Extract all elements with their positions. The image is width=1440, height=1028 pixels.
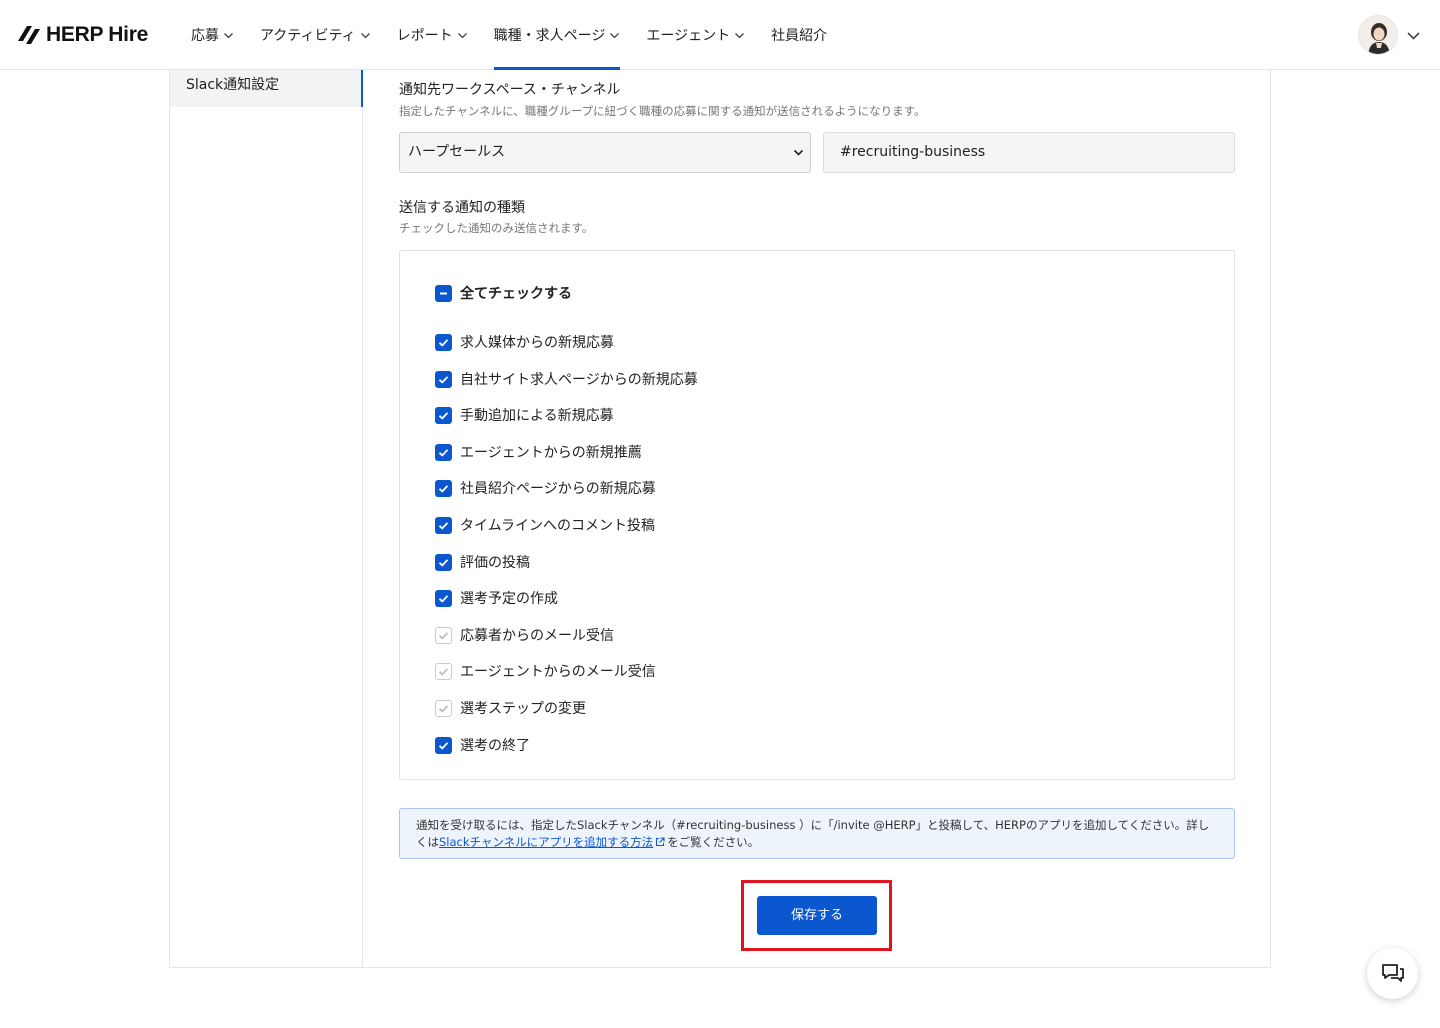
nav-item-label: アクティビティ (260, 28, 356, 44)
notify-option-row[interactable]: 求人媒体からの新規応募 (435, 332, 614, 352)
nav-item-label: エージェント (646, 28, 731, 44)
top-header: HERP Hire 応募 アクティビティ レポート 職種・求人ページ エージェント 社員紹… (0, 0, 1440, 70)
check-icon (438, 631, 449, 640)
settings-sidebar: Slack通知設定 (170, 70, 363, 967)
check-icon (438, 558, 449, 567)
check-icon (438, 484, 449, 493)
notify-option-row[interactable]: 応募者からのメール受信 (435, 625, 614, 645)
herp-logo[interactable]: HERP Hire (16, 22, 148, 48)
workspace-select[interactable]: ハープセールス (399, 132, 811, 173)
slack-invite-notice: 通知を受け取るには、指定したSlackチャンネル（#recruiting-bus… (399, 808, 1235, 859)
notify-option-label: 選考ステップの変更 (460, 701, 586, 717)
notify-section-title: 送信する通知の種類 (399, 200, 525, 216)
check-icon (438, 411, 449, 420)
notify-option-row[interactable]: 選考ステップの変更 (435, 698, 586, 718)
notify-option-checkbox[interactable] (435, 516, 452, 534)
notify-option-checkbox[interactable] (435, 443, 452, 461)
notify-option-label: 手動追加による新規応募 (460, 408, 614, 424)
chevron-down-icon (610, 32, 620, 38)
chevron-down-icon (224, 32, 233, 38)
check-icon (438, 667, 449, 676)
nav-item-label: レポート (396, 28, 453, 44)
workspace-section-description: 指定したチャンネルに、職種グループに紐づく職種の応募に関する通知が送信されるよう… (399, 104, 926, 118)
notify-option-label: 選考の終了 (460, 738, 530, 754)
notify-option-checkbox[interactable] (435, 479, 452, 497)
notify-option-label: エージェントからのメール受信 (460, 664, 656, 680)
check-icon (438, 704, 449, 713)
nav-item-5[interactable]: 社員紹介 (758, 0, 840, 70)
external-link-icon (656, 837, 665, 847)
logo-text: HERP Hire (46, 23, 148, 46)
workspace-select-value: ハープセールス (408, 144, 506, 160)
notify-option-label: 選考予定の作成 (460, 591, 558, 607)
notify-option-checkbox[interactable] (435, 406, 452, 424)
nav-item-4[interactable]: エージェント (633, 0, 758, 70)
chevron-down-icon[interactable] (1406, 28, 1421, 43)
avatar-image (1359, 16, 1397, 54)
notify-option-label: 求人媒体からの新規応募 (460, 335, 614, 351)
nav-item-3[interactable]: 職種・求人ページ (481, 0, 634, 70)
notify-option-label: 応募者からのメール受信 (460, 628, 614, 644)
channel-field[interactable]: #recruiting-business (823, 132, 1235, 173)
notice-text-after: をご覧ください。 (667, 835, 760, 849)
save-button[interactable]: 保存する (757, 896, 877, 935)
notify-option-checkbox[interactable] (435, 626, 452, 644)
nav-item-label: 社員紹介 (771, 28, 828, 44)
chevron-down-icon (735, 32, 745, 38)
notify-option-label: タイムラインへのコメント投稿 (460, 518, 656, 534)
chat-support-button[interactable] (1367, 948, 1418, 999)
chat-icon (1381, 963, 1404, 982)
notify-option-row[interactable]: 手動追加による新規応募 (435, 405, 614, 425)
chevron-down-icon (457, 32, 467, 38)
notify-option-checkbox[interactable] (435, 333, 452, 351)
notify-option-checkbox[interactable] (435, 553, 452, 571)
notify-option-row[interactable]: 選考の終了 (435, 735, 530, 755)
sidebar-item-slack-notify[interactable]: Slack通知設定 (170, 70, 363, 107)
notify-option-checkbox[interactable] (435, 370, 452, 388)
check-icon (438, 594, 449, 603)
notify-checkbox-box: 全てチェックする 求人媒体からの新規応募自社サイト求人ページからの新規応募 手動追… (399, 250, 1235, 780)
notify-option-label: 評価の投稿 (460, 555, 530, 571)
notify-option-checkbox[interactable] (435, 662, 452, 680)
notify-option-label: 自社サイト求人ページからの新規応募 (460, 372, 698, 388)
nav-item-0[interactable]: 応募 (178, 0, 247, 70)
check-all-row[interactable]: 全てチェックする (435, 283, 572, 303)
notify-option-row[interactable]: 自社サイト求人ページからの新規応募 (435, 369, 698, 389)
nav-item-1[interactable]: アクティビティ (247, 0, 384, 70)
slack-help-link[interactable]: Slackチャンネルにアプリを追加する方法 (439, 835, 653, 849)
check-icon (438, 741, 449, 750)
notify-option-row[interactable]: エージェントからのメール受信 (435, 661, 656, 681)
chevron-down-icon (360, 32, 370, 38)
check-all-label: 全てチェックする (460, 286, 572, 302)
notify-section-description: チェックした通知のみ送信されます。 (399, 221, 594, 235)
nav-item-2[interactable]: レポート (384, 0, 481, 70)
notify-option-row[interactable]: 評価の投稿 (435, 552, 530, 572)
check-icon (438, 521, 449, 530)
notify-option-row[interactable]: 選考予定の作成 (435, 588, 558, 608)
check-icon (438, 338, 449, 347)
nav-item-label: 応募 (191, 28, 219, 44)
settings-panel: Slack通知設定 通知先ワークスペース・チャンネル 指定したチャンネルに、職種… (169, 70, 1271, 968)
check-icon (438, 375, 449, 384)
main-nav: 応募 アクティビティ レポート 職種・求人ページ エージェント 社員紹介 (178, 0, 840, 70)
notify-option-checkbox[interactable] (435, 589, 452, 607)
notify-option-label: 社員紹介ページからの新規応募 (460, 481, 656, 497)
herp-logo-icon (18, 26, 40, 44)
check-all-checkbox[interactable] (435, 284, 452, 302)
notify-option-checkbox[interactable] (435, 736, 452, 754)
notify-option-label: エージェントからの新規推薦 (460, 445, 642, 461)
nav-item-label: 職種・求人ページ (493, 28, 606, 44)
notify-option-row[interactable]: タイムラインへのコメント投稿 (435, 515, 655, 535)
chevron-down-icon (793, 149, 804, 156)
notify-option-row[interactable]: エージェントからの新規推薦 (435, 442, 642, 462)
notify-option-checkbox[interactable] (435, 699, 452, 717)
minus-icon (440, 292, 447, 294)
notify-option-row[interactable]: 社員紹介ページからの新規応募 (435, 478, 656, 498)
workspace-section-title: 通知先ワークスペース・チャンネル (399, 82, 621, 98)
user-avatar[interactable] (1358, 15, 1398, 55)
check-icon (438, 448, 449, 457)
